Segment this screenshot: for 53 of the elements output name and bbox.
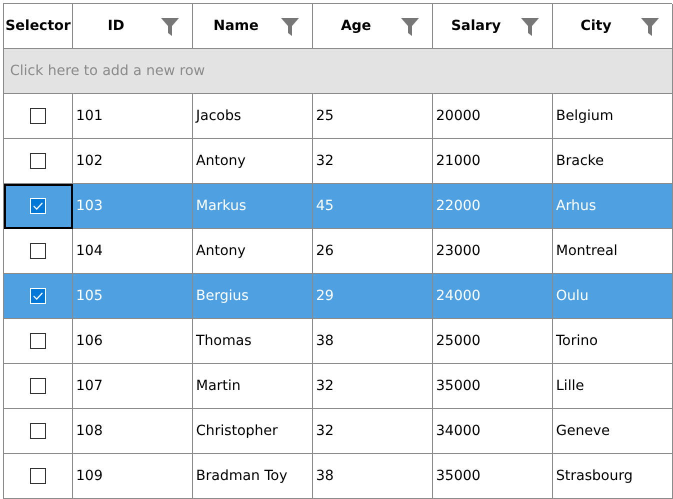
table-cell: 20000 <box>433 94 553 139</box>
table-cell: 103 <box>73 184 193 229</box>
table-cell: 35000 <box>433 364 553 409</box>
table-cell: 101 <box>73 94 193 139</box>
column-header[interactable]: Age <box>313 4 433 49</box>
table-cell: Lille <box>553 364 673 409</box>
table-cell: 25000 <box>433 319 553 364</box>
column-header[interactable]: Selector <box>4 4 73 49</box>
table-cell: 24000 <box>433 274 553 319</box>
table-cell: Oulu <box>553 274 673 319</box>
table-cell: 25 <box>313 94 433 139</box>
table-cell: 35000 <box>433 454 553 499</box>
checkbox[interactable] <box>30 333 46 349</box>
filter-icon[interactable] <box>520 17 540 37</box>
table-cell: Markus <box>193 184 313 229</box>
table-cell: Bradman Toy <box>193 454 313 499</box>
table-cell: Jacobs <box>193 94 313 139</box>
column-header[interactable]: City <box>553 4 673 49</box>
table-cell: Geneve <box>553 409 673 454</box>
table-cell: 106 <box>73 319 193 364</box>
table-cell: Torino <box>553 319 673 364</box>
table-cell: Strasbourg <box>553 454 673 499</box>
table-cell: Martin <box>193 364 313 409</box>
table-cell: 32 <box>313 364 433 409</box>
table-cell: Christopher <box>193 409 313 454</box>
table-cell: Bergius <box>193 274 313 319</box>
table-cell: Thomas <box>193 319 313 364</box>
table-cell: Arhus <box>553 184 673 229</box>
checkbox[interactable] <box>30 378 46 394</box>
table-cell: 22000 <box>433 184 553 229</box>
filter-icon[interactable] <box>160 17 180 37</box>
filter-icon[interactable] <box>400 17 420 37</box>
table-cell: 108 <box>73 409 193 454</box>
filter-icon[interactable] <box>280 17 300 37</box>
table-cell: Belgium <box>553 94 673 139</box>
table-cell: 38 <box>313 319 433 364</box>
filter-icon[interactable] <box>640 17 660 37</box>
checkbox[interactable] <box>30 153 46 169</box>
table-cell: 109 <box>73 454 193 499</box>
table-cell: 107 <box>73 364 193 409</box>
column-header[interactable]: Name <box>193 4 313 49</box>
checkbox[interactable] <box>30 423 46 439</box>
table-cell: 32 <box>313 409 433 454</box>
checkbox[interactable] <box>30 243 46 259</box>
checkbox[interactable] <box>30 468 46 484</box>
table-cell: 29 <box>313 274 433 319</box>
table-cell: 105 <box>73 274 193 319</box>
column-header[interactable]: ID <box>73 4 193 49</box>
checkbox[interactable] <box>30 108 46 124</box>
table-cell: 38 <box>313 454 433 499</box>
column-header[interactable]: Salary <box>433 4 553 49</box>
table-cell: 45 <box>313 184 433 229</box>
table-cell: 34000 <box>433 409 553 454</box>
